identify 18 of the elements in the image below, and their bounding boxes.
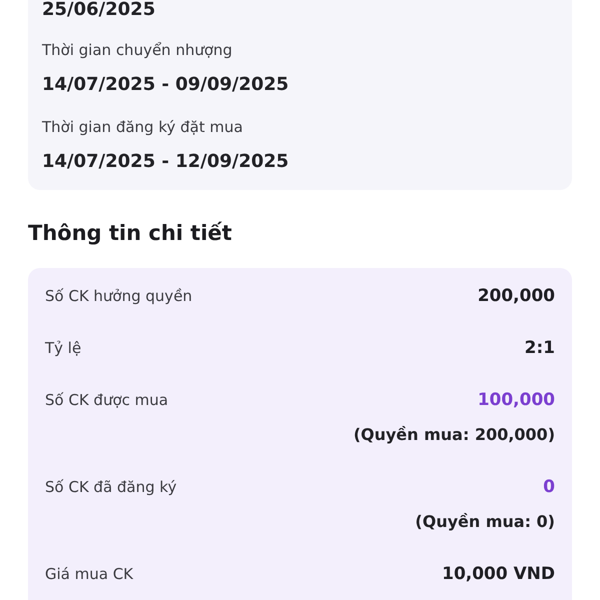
detail-value: 10,000 VND <box>442 563 555 585</box>
detail-label: Giá mua CK <box>45 564 134 585</box>
detail-value: 100,000 <box>478 389 555 411</box>
field-value: 14/07/2025 - 09/09/2025 <box>42 73 290 97</box>
detail-value: 0 <box>543 476 555 498</box>
detail-label: Số CK hưởng quyền <box>45 286 192 307</box>
section-title: Thông tin chi tiết <box>28 220 233 247</box>
field-label: Thời gian chuyển nhượng <box>42 40 234 61</box>
detail-note: (Quyền mua: 0) <box>415 511 555 533</box>
detail-label: Số CK đã đăng ký <box>45 477 177 498</box>
detail-value: 200,000 <box>478 285 555 307</box>
field-label: Thời gian đăng ký đặt mua <box>42 117 244 138</box>
detail-note: (Quyền mua: 200,000) <box>353 424 555 446</box>
detail-label: Tỷ lệ <box>45 338 82 359</box>
field-value: 25/06/2025 <box>42 0 156 20</box>
detail-label: Số CK được mua <box>45 390 168 411</box>
field-value: 14/07/2025 - 12/09/2025 <box>42 150 290 174</box>
detail-value: 2:1 <box>524 337 555 359</box>
